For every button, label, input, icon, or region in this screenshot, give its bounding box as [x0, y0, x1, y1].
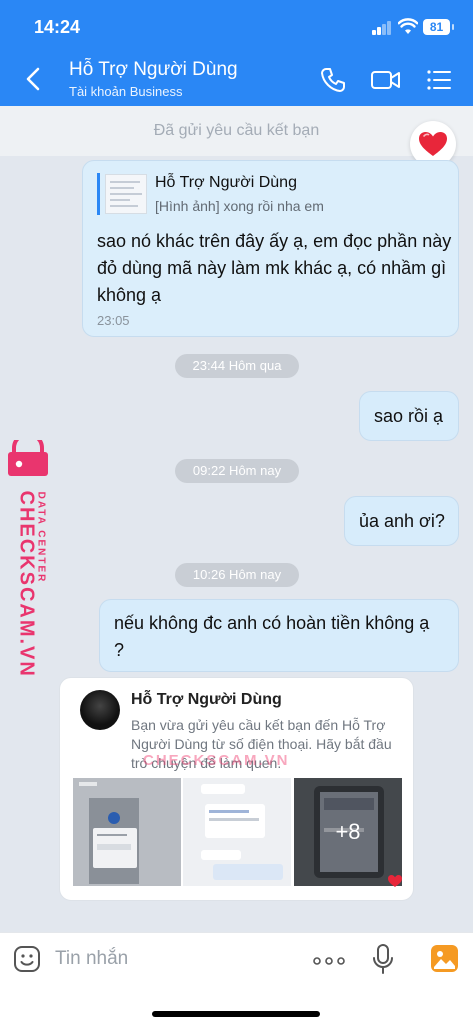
watermark-side-text: CHECKSCAM.VN: [15, 490, 38, 678]
heart-icon[interactable]: [387, 874, 403, 888]
wifi-icon: [398, 18, 418, 34]
quote-bar: [97, 173, 100, 215]
more-icon[interactable]: [313, 957, 345, 965]
watermark-logo: CHECKSCAM.VN DATA CENTER: [5, 432, 53, 678]
friend-request-status: Đã gửi yêu cầu kết bạn: [0, 106, 473, 156]
friend-request-card: Hỗ Trợ Người Dùng Bạn vừa gửi yêu cầu kế…: [59, 677, 414, 901]
sent-message[interactable]: nếu không đc anh có hoàn tiền không ạ ?: [99, 599, 459, 672]
quoted-reply-message[interactable]: Hỗ Trợ Người Dùng [Hình ảnh] xong rồi nh…: [82, 160, 459, 337]
mic-icon[interactable]: [372, 943, 394, 975]
avatar[interactable]: [80, 690, 120, 730]
date-divider: 09:22 Hôm nay: [175, 459, 299, 483]
emoji-icon[interactable]: [13, 945, 41, 973]
battery-level: 81: [423, 19, 454, 35]
chat-header: Hỗ Trợ Người Dùng Tài khoản Business: [0, 52, 473, 106]
date-divider: 23:44 Hôm qua: [175, 354, 299, 378]
signal-icon: [372, 21, 392, 35]
sent-message[interactable]: sao rồi ạ: [359, 391, 459, 441]
date-divider: 10:26 Hôm nay: [175, 563, 299, 587]
photo-icon[interactable]: [431, 945, 458, 972]
card-contact-name: Hỗ Trợ Người Dùng: [131, 691, 282, 708]
quoted-image-thumbnail[interactable]: [105, 174, 147, 214]
photo-thumbnail[interactable]: +8: [294, 778, 402, 886]
message-text: sao nó khác trên đây ấy ạ, em đọc phần n…: [97, 231, 452, 305]
contact-name[interactable]: Hỗ Trợ Người Dùng: [69, 59, 238, 81]
quoted-snippet: [Hình ảnh] xong rồi nha em: [155, 198, 324, 214]
back-icon[interactable]: [22, 65, 46, 93]
phone-icon[interactable]: [319, 66, 347, 94]
home-indicator: [152, 1011, 320, 1017]
message-time: 23:05: [97, 313, 130, 328]
photo-thumbnail[interactable]: [73, 778, 181, 886]
watermark-center-text: CHECKSCAM.VN: [143, 752, 290, 769]
status-bar: 14:24 81: [0, 0, 473, 52]
message-input[interactable]: Tin nhắn: [55, 948, 128, 970]
status-time: 14:24: [34, 17, 81, 37]
sent-message[interactable]: ủa anh ơi?: [344, 496, 459, 546]
contact-subtitle: Tài khoản Business: [69, 84, 183, 99]
message-input-bar: Tin nhắn: [0, 932, 473, 1024]
watermark-side-caption: DATA CENTER: [35, 491, 47, 584]
quoted-sender: Hỗ Trợ Người Dùng: [155, 174, 297, 191]
menu-icon[interactable]: [425, 66, 453, 94]
more-photos-count[interactable]: +8: [294, 778, 402, 886]
photo-thumbnail[interactable]: [183, 778, 291, 886]
video-call-icon[interactable]: [370, 66, 402, 94]
